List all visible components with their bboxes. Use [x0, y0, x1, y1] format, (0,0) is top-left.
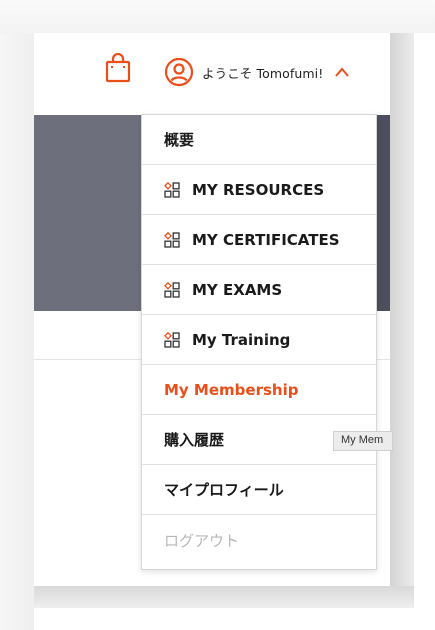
menu-item-label: My Membership: [164, 380, 299, 399]
menu-item-label: 購入履歴: [164, 431, 225, 449]
chevron-up-icon[interactable]: [334, 66, 350, 78]
tooltip: My Mem: [333, 431, 393, 451]
grid-diamond-icon: [164, 231, 180, 248]
menu-item-label: MY CERTIFICATES: [192, 230, 340, 249]
menu-item-label: MY EXAMS: [192, 280, 283, 299]
menu-item-label: MY RESOURCES: [192, 180, 325, 199]
welcome-text: ようこそ Tomofumi!: [202, 65, 324, 81]
menu-item-label: My Training: [192, 330, 291, 349]
menu-item-overview[interactable]: 概要: [142, 115, 376, 165]
shadow-right: [390, 33, 414, 586]
menu-item-label: 概要: [164, 131, 195, 149]
grid-diamond-icon: [164, 331, 180, 348]
user-circle-icon: [164, 57, 194, 87]
menu-item-logout[interactable]: ログアウト: [142, 515, 376, 565]
menu-item-my-resources[interactable]: MY RESOURCES: [142, 165, 376, 215]
grid-diamond-icon: [164, 281, 180, 298]
menu-item-label: ログアウト: [164, 531, 240, 550]
menu-item-my-membership[interactable]: My Membership: [142, 365, 376, 415]
menu-item-label: マイプロフィール: [164, 481, 284, 499]
menu-item-my-certificates[interactable]: MY CERTIFICATES: [142, 215, 376, 265]
shopping-bag-icon[interactable]: [105, 52, 131, 83]
account-dropdown-menu: 概要 MY RESOURCES MY CERTIFICATES MY EXAMS: [141, 114, 377, 570]
menu-item-my-training[interactable]: My Training: [142, 315, 376, 365]
menu-item-my-profile[interactable]: マイプロフィール: [142, 465, 376, 515]
account-menu-toggle[interactable]: ようこそ Tomofumi!: [164, 57, 350, 87]
shadow-bottom: [34, 586, 414, 608]
grid-diamond-icon: [164, 181, 180, 198]
menu-item-my-exams[interactable]: MY EXAMS: [142, 265, 376, 315]
